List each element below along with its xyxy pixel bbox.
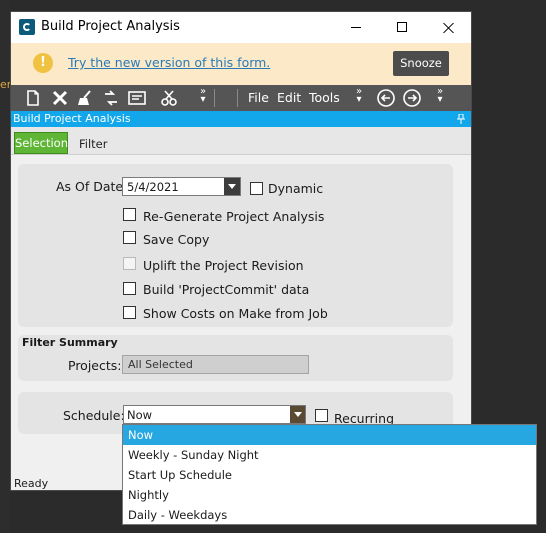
show-costs-checkbox[interactable] <box>123 306 136 319</box>
file-menu[interactable]: File <box>248 90 269 105</box>
refresh-icon[interactable] <box>101 88 121 108</box>
regenerate-label: Re-Generate Project Analysis <box>143 209 325 224</box>
close-button[interactable] <box>425 12 471 43</box>
menu-overflow-icon[interactable]: » ▾ <box>353 87 365 105</box>
projects-field: All Selected <box>122 355 309 374</box>
project-commit-checkbox[interactable] <box>123 282 136 295</box>
regenerate-checkbox[interactable] <box>123 208 136 221</box>
uplift-revision-label: Uplift the Project Revision <box>143 258 304 273</box>
pin-icon[interactable] <box>457 113 465 124</box>
tools-menu[interactable]: Tools <box>309 90 340 105</box>
schedule-option-start-up-schedule[interactable]: Start Up Schedule <box>123 465 536 485</box>
projects-label: Projects: <box>68 358 122 373</box>
forward-icon[interactable] <box>402 88 422 108</box>
tab-filter[interactable]: Filter <box>79 137 107 151</box>
tab-bar: Selection Filter <box>11 127 471 155</box>
edit-menu[interactable]: Edit <box>277 90 301 105</box>
new-version-banner: ! Try the new version of this form. Snoo… <box>11 43 471 85</box>
delete-icon[interactable] <box>50 88 70 108</box>
background-app-strip: er <box>0 0 11 533</box>
new-icon[interactable] <box>23 88 43 108</box>
toolbar-separator <box>214 89 215 107</box>
project-commit-label: Build 'ProjectCommit' data <box>143 282 310 297</box>
show-costs-label: Show Costs on Make from Job <box>143 306 328 321</box>
print-preview-icon[interactable] <box>127 88 147 108</box>
snooze-button[interactable]: Snooze <box>393 51 449 76</box>
build-project-analysis-window: Build Project Analysis ! Try the new ver… <box>10 11 472 491</box>
schedule-label: Schedule: <box>63 408 125 423</box>
date-dropdown-button[interactable] <box>224 178 240 195</box>
minimize-button[interactable] <box>333 12 379 43</box>
schedule-dropdown-button[interactable] <box>290 406 305 423</box>
schedule-option-now[interactable]: Now <box>123 425 536 445</box>
nav-overflow-icon[interactable]: » ▾ <box>434 87 446 105</box>
as-of-date-label: As Of Date: <box>56 179 128 194</box>
warning-icon: ! <box>33 53 53 73</box>
panel-title-bar: Build Project Analysis <box>11 111 471 127</box>
tab-selection[interactable]: Selection <box>14 132 68 154</box>
window-title: Build Project Analysis <box>41 19 180 34</box>
schedule-value: Now <box>127 408 153 422</box>
as-of-date-value: 5/4/2021 <box>127 180 179 194</box>
toolbar-overflow-icon[interactable]: » ▾ <box>197 87 209 105</box>
dynamic-checkbox[interactable] <box>250 182 263 195</box>
schedule-select[interactable]: Now <box>123 405 306 424</box>
save-copy-checkbox[interactable] <box>123 231 136 244</box>
recurring-checkbox[interactable] <box>315 409 328 422</box>
uplift-revision-checkbox <box>123 257 136 270</box>
app-logo-icon <box>19 19 35 35</box>
save-copy-label: Save Copy <box>143 232 210 247</box>
projects-value: All Selected <box>128 358 193 371</box>
filter-summary-title: Filter Summary <box>22 336 118 349</box>
dynamic-label: Dynamic <box>268 181 324 196</box>
schedule-dropdown-list: Now Weekly - Sunday Night Start Up Sched… <box>122 424 537 525</box>
try-new-version-link[interactable]: Try the new version of this form. <box>68 55 270 70</box>
schedule-option-nightly[interactable]: Nightly <box>123 485 536 505</box>
cut-icon[interactable] <box>159 88 179 108</box>
schedule-option-weekly-sunday-night[interactable]: Weekly - Sunday Night <box>123 445 536 465</box>
as-of-date-field[interactable]: 5/4/2021 <box>122 177 241 196</box>
clear-icon[interactable] <box>75 88 95 108</box>
panel-title: Build Project Analysis <box>13 112 131 125</box>
toolbar: » ▾ File Edit Tools » ▾ » ▾ <box>11 85 471 111</box>
status-text: Ready <box>14 477 49 490</box>
schedule-option-daily-weekdays[interactable]: Daily - Weekdays <box>123 505 536 525</box>
maximize-button[interactable] <box>379 12 425 43</box>
back-icon[interactable] <box>376 88 396 108</box>
toolbar-separator <box>237 89 238 107</box>
title-bar[interactable]: Build Project Analysis <box>11 12 471 43</box>
